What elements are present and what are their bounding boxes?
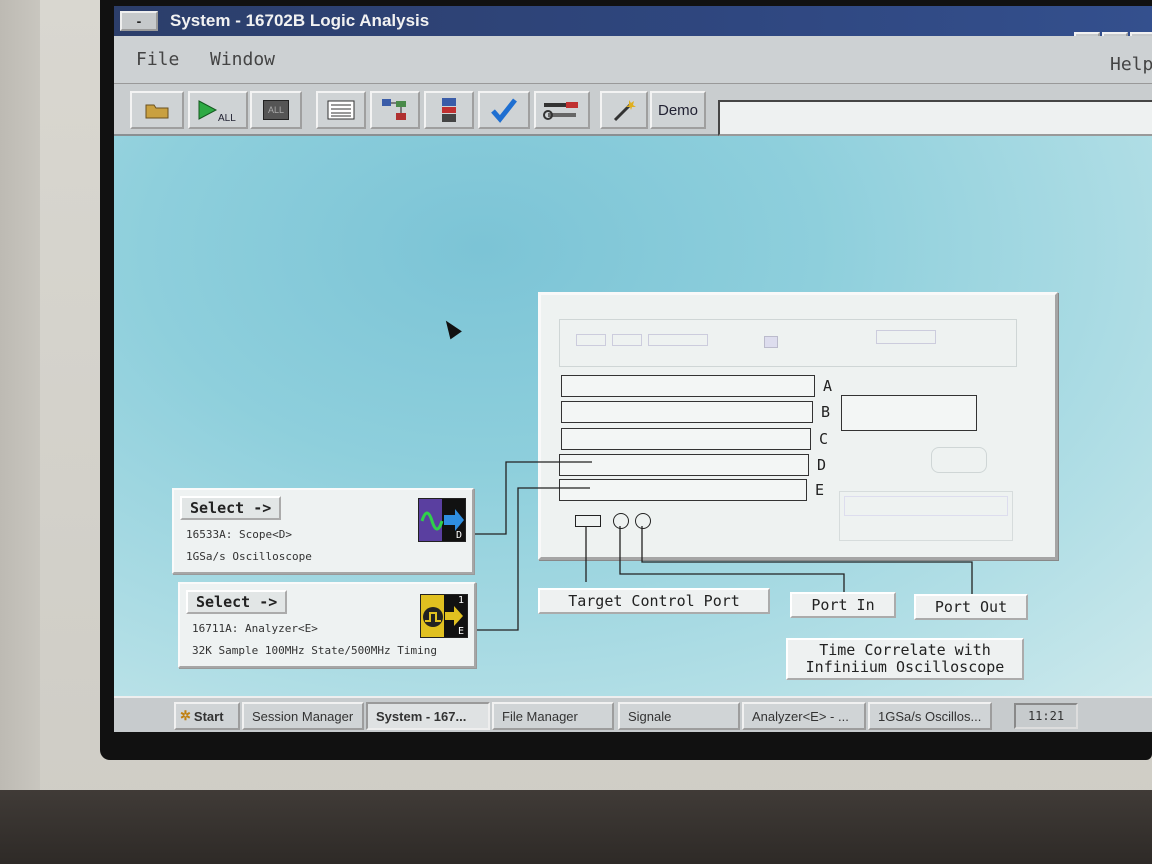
menu-help[interactable]: Help xyxy=(1110,54,1152,75)
status-field[interactable] xyxy=(718,100,1152,136)
open-folder-button[interactable] xyxy=(130,91,184,129)
system-window: - System - 16702B Logic Analysis _ □ × F… xyxy=(114,6,1152,732)
menu-bar: File Window Help xyxy=(114,36,1152,84)
monitor-screen: - System - 16702B Logic Analysis _ □ × F… xyxy=(100,0,1152,760)
title-bar: - System - 16702B Logic Analysis xyxy=(114,6,1152,36)
desk-surface xyxy=(0,790,1152,864)
module-slot-letter: D xyxy=(455,530,462,541)
magic-wand-icon xyxy=(613,100,636,122)
window-title: System - 16702B Logic Analysis xyxy=(170,11,430,30)
stop-all-button[interactable]: ALL xyxy=(250,91,302,129)
run-all-label: ALL xyxy=(218,112,236,124)
task-oscilloscope[interactable]: 1GSa/s Oscillos... xyxy=(868,702,992,730)
task-analyzer[interactable]: Analyzer<E> - ... xyxy=(742,702,866,730)
module-card-analyzer: Select -> 16711A: Analyzer<E> 32K Sample… xyxy=(178,582,476,668)
module-slot-number: 1 xyxy=(457,595,464,606)
start-icon: ✲ xyxy=(180,708,191,723)
start-button[interactable]: ✲ Start xyxy=(174,702,240,730)
stop-all-label: ALL xyxy=(263,100,289,120)
task-system[interactable]: System - 167... xyxy=(366,702,490,730)
task-file-manager[interactable]: File Manager xyxy=(492,702,614,730)
list-view-button[interactable] xyxy=(316,91,366,129)
config-icon xyxy=(382,99,406,120)
toolbar: ALL ALL Demo xyxy=(114,84,1152,136)
folder-icon xyxy=(145,104,169,119)
module-description: 1GSa/s Oscilloscope xyxy=(186,550,312,563)
module-description: 32K Sample 100MHz State/500MHz Timing xyxy=(192,644,438,657)
wizard-button[interactable] xyxy=(600,91,648,129)
port-out-button[interactable]: Port Out xyxy=(914,594,1028,620)
taskbar: ✲ Start Session Manager System - 167... … xyxy=(114,696,1152,732)
module-slot-letter: E xyxy=(457,626,464,637)
tools-icon xyxy=(543,102,578,120)
module-name: 16533A: Scope<D> xyxy=(186,528,292,541)
analyzer-icon[interactable]: 1 E xyxy=(420,594,468,638)
time-correlate-button[interactable]: Time Correlate with Infiniium Oscillosco… xyxy=(786,638,1024,680)
oscilloscope-icon[interactable]: D xyxy=(418,498,466,542)
system-menu-button[interactable]: - xyxy=(120,11,158,31)
menu-file[interactable]: File xyxy=(136,49,179,70)
module-name: 16711A: Analyzer<E> xyxy=(192,622,318,635)
module-card-scope: Select -> 16533A: Scope<D> 1GSa/s Oscill… xyxy=(172,488,474,574)
task-session-manager[interactable]: Session Manager xyxy=(242,702,364,730)
taskbar-clock: 11:21 xyxy=(1014,703,1078,729)
workspace: A B C D E Select -> 16533A: Scope<D> 1GS… xyxy=(114,136,1152,696)
module-button[interactable] xyxy=(424,91,474,129)
task-signale[interactable]: Signale xyxy=(618,702,740,730)
system-config-button[interactable] xyxy=(370,91,420,129)
listing-icon xyxy=(327,100,355,120)
checkmark-icon xyxy=(491,98,517,123)
port-in-button[interactable]: Port In xyxy=(790,592,896,618)
tools-button[interactable] xyxy=(534,91,590,129)
start-label: Start xyxy=(193,708,224,724)
time-correlate-line2: Infiniium Oscilloscope xyxy=(805,658,1005,676)
target-control-port-button[interactable]: Target Control Port xyxy=(538,588,770,614)
play-icon xyxy=(198,100,218,120)
module-icon xyxy=(442,98,456,122)
menu-window[interactable]: Window xyxy=(210,49,275,70)
demo-button[interactable]: Demo xyxy=(650,91,706,129)
checkmark-button[interactable] xyxy=(478,91,530,129)
time-correlate-line1: Time Correlate with xyxy=(819,641,991,659)
run-all-button[interactable]: ALL xyxy=(188,91,248,129)
demo-label: Demo xyxy=(657,101,698,119)
select-analyzer-button[interactable]: Select -> xyxy=(186,590,288,614)
select-scope-button[interactable]: Select -> xyxy=(180,496,282,520)
